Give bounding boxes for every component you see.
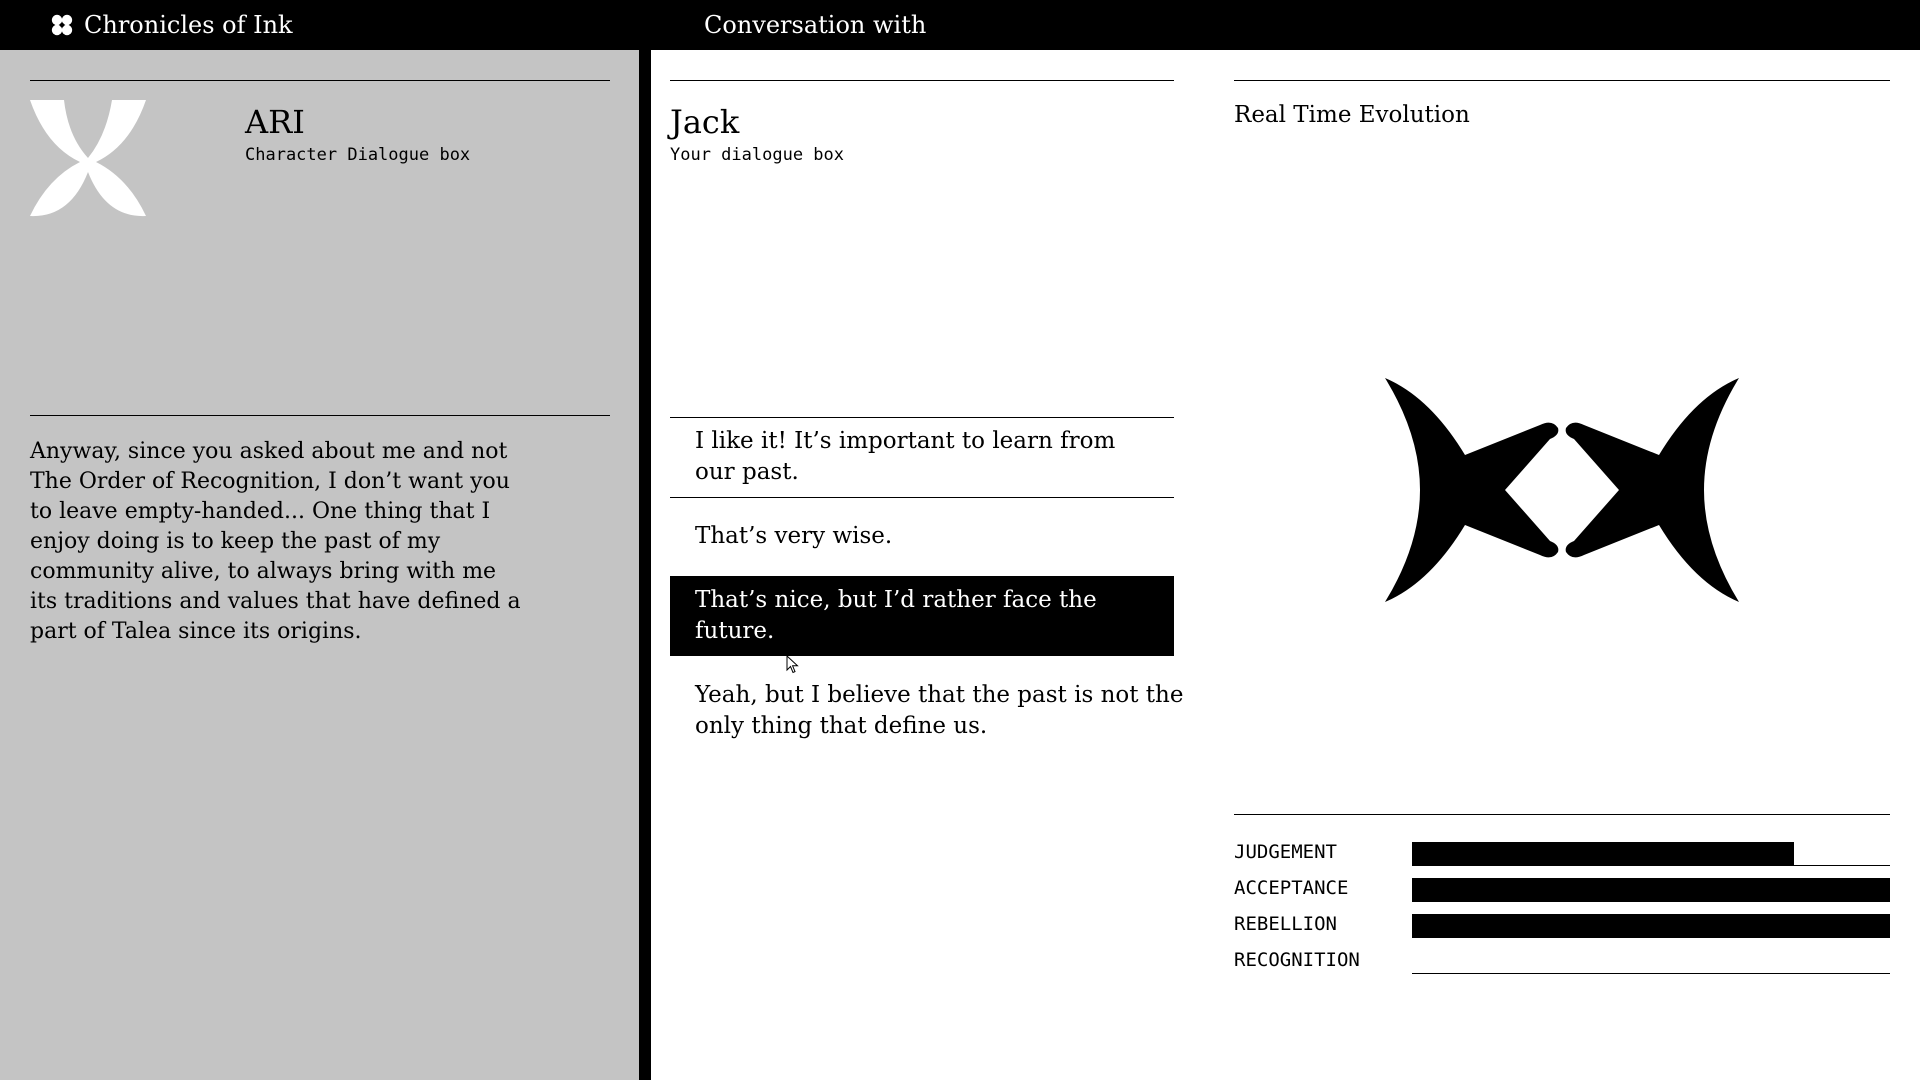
app-title-label: Chronicles of Ink [84, 11, 293, 39]
ink-symbol-icon [1385, 378, 1739, 602]
stat-row-judgement: JUDGEMENT [1234, 837, 1890, 867]
conversation-title: Conversation with [704, 11, 927, 39]
player-subtitle: Your dialogue box [670, 145, 844, 165]
player-header-rule [670, 80, 1174, 81]
character-subtitle: Character Dialogue box [245, 145, 471, 165]
stat-bar-track [1412, 878, 1890, 902]
stat-bar-track [1412, 914, 1890, 938]
player-name: Jack [670, 103, 740, 141]
ari-emblem-icon [30, 100, 146, 217]
dialogue-choice[interactable]: Yeah, but I believe that the past is not… [670, 666, 1210, 756]
stat-label: JUDGEMENT [1234, 841, 1337, 863]
character-name: ARI [245, 103, 305, 141]
dialogue-choice-selected[interactable]: That’s nice, but I’d rather face the fut… [670, 576, 1174, 656]
panel-divider [639, 50, 651, 1080]
stat-label: REBELLION [1234, 913, 1337, 935]
stats-top-rule [1234, 814, 1890, 815]
mouse-cursor-icon [786, 655, 799, 674]
stat-row-rebellion: REBELLION [1234, 909, 1890, 939]
stat-bar-fill [1412, 842, 1795, 865]
evolution-header-rule [1234, 80, 1890, 81]
character-dialogue-rule [30, 415, 610, 416]
stat-label: RECOGNITION [1234, 949, 1360, 971]
dialogue-choice[interactable]: That’s very wise. [670, 498, 1174, 574]
stat-row-recognition: RECOGNITION [1234, 945, 1890, 975]
stat-bar-track [1412, 842, 1890, 866]
top-bar: Chronicles of Ink Conversation with [0, 0, 1920, 50]
app-title[interactable]: Chronicles of Ink [50, 0, 293, 50]
evolution-title: Real Time Evolution [1234, 102, 1470, 128]
stat-bar-fill [1412, 878, 1890, 901]
character-dialogue: Anyway, since you asked about me and not… [30, 439, 521, 644]
stat-bar-fill [1412, 914, 1890, 937]
dialogue-choice[interactable]: I like it! It’s important to learn from … [670, 418, 1174, 496]
clover-icon [51, 14, 73, 36]
stat-bar-track [1412, 950, 1890, 974]
character-header-rule [30, 80, 610, 81]
stat-row-acceptance: ACCEPTANCE [1234, 873, 1890, 903]
stat-label: ACCEPTANCE [1234, 877, 1349, 899]
